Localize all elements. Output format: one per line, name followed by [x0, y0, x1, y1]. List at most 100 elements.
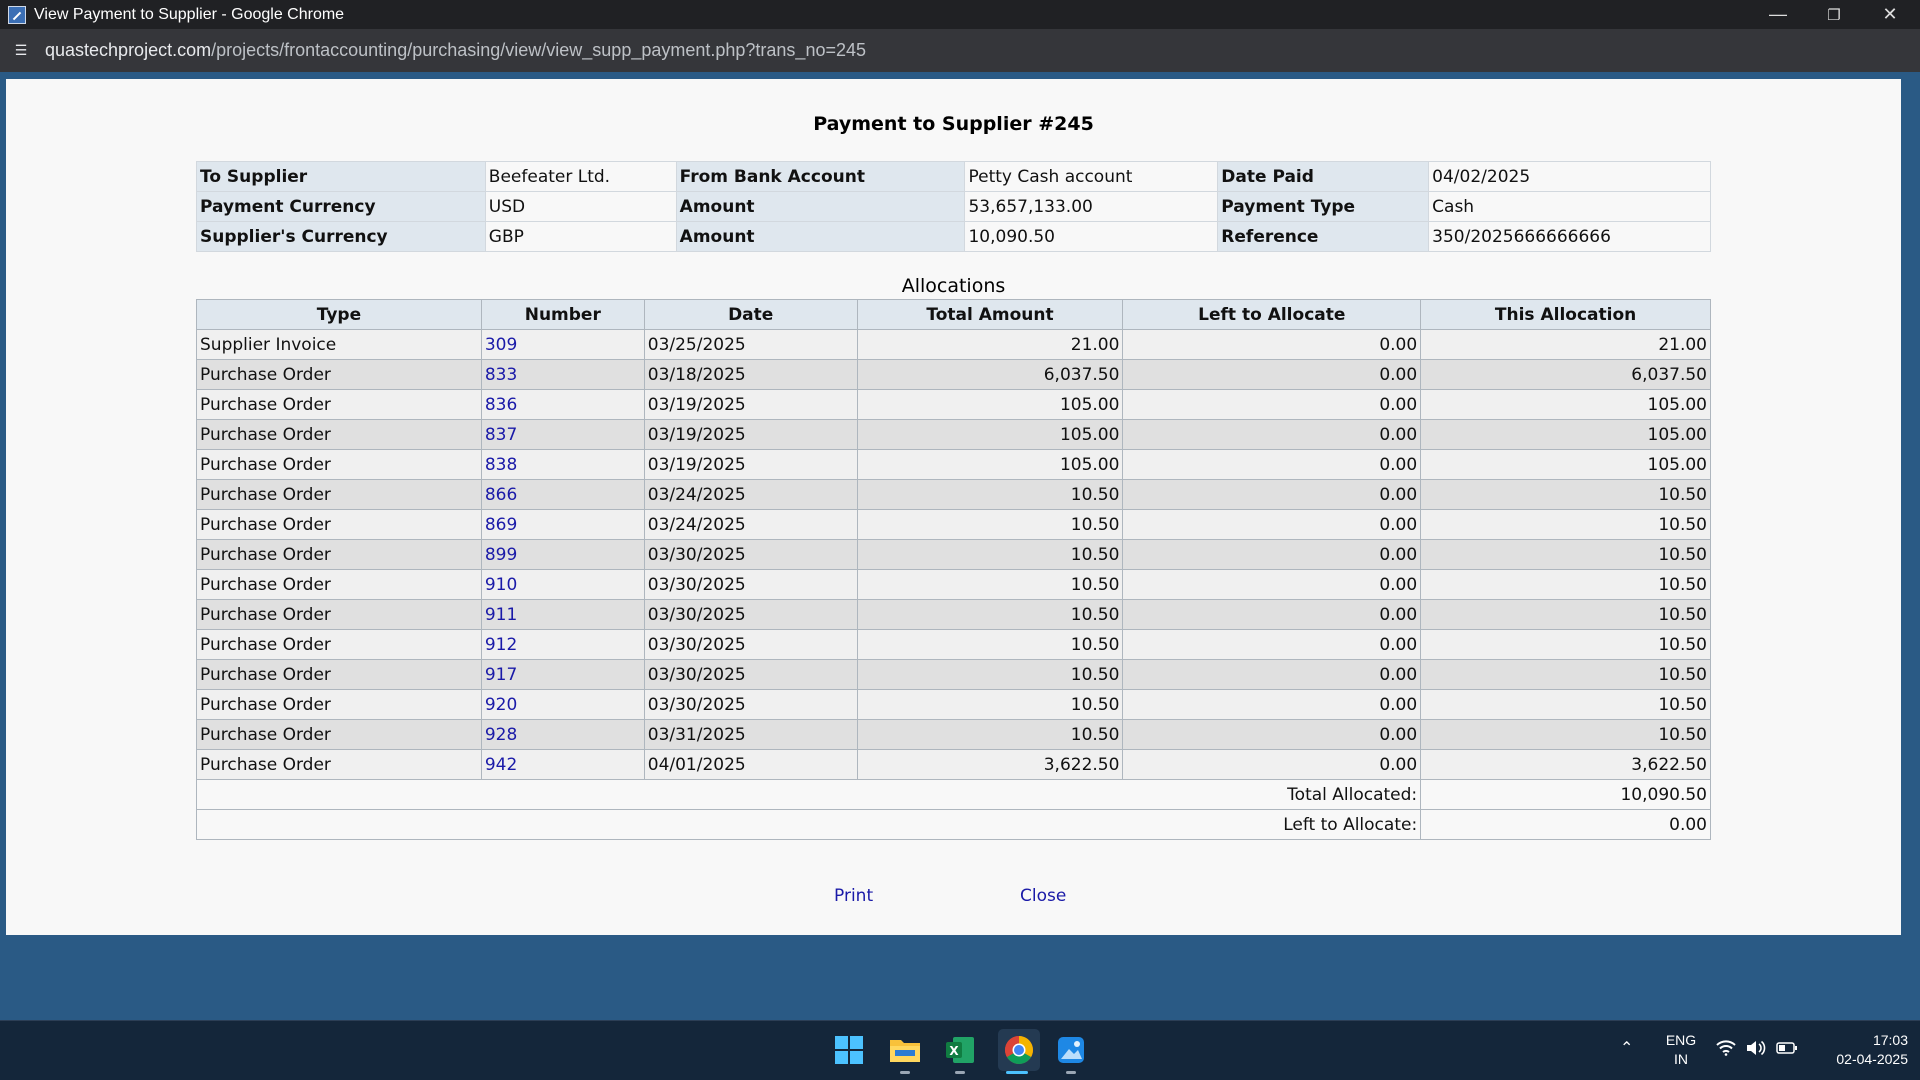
- show-hidden-icons-icon[interactable]: ⌃: [1620, 1039, 1633, 1058]
- page-title: Payment to Supplier #245: [813, 113, 1094, 135]
- allocations-table: Type Number Date Total Amount Left to Al…: [195, 299, 1711, 840]
- row-type: Supplier Invoice: [196, 329, 482, 360]
- row-total-amount: 10.50: [856, 719, 1124, 750]
- row-number-link[interactable]: 866: [480, 479, 645, 510]
- url-host: quastechproject.com: [45, 40, 212, 60]
- volume-icon[interactable]: [1746, 1040, 1766, 1061]
- row-type: Purchase Order: [196, 509, 482, 540]
- url-text[interactable]: quastechproject.com/projects/frontaccoun…: [45, 40, 866, 61]
- photos-icon[interactable]: [1054, 1033, 1088, 1067]
- row-date: 03/19/2025: [643, 389, 858, 420]
- row-this-allocation: 10.50: [1420, 569, 1711, 600]
- left-to-allocate-row: Left to Allocate: 0.00: [195, 809, 1711, 840]
- file-explorer-running-indicator: [900, 1071, 910, 1074]
- battery-icon[interactable]: [1776, 1041, 1798, 1060]
- row-number-link[interactable]: 928: [480, 719, 645, 750]
- row-date: 03/24/2025: [643, 509, 858, 540]
- row-type: Purchase Order: [196, 389, 482, 420]
- row-total-amount: 10.50: [856, 509, 1124, 540]
- row-this-allocation: 21.00: [1420, 329, 1711, 360]
- clock-date: 02-04-2025: [1836, 1051, 1908, 1067]
- row-this-allocation: 105.00: [1420, 419, 1711, 450]
- row-total-amount: 10.50: [856, 599, 1124, 630]
- clock[interactable]: 17:03 02-04-2025: [1812, 1031, 1908, 1069]
- page-favicon-icon: [8, 5, 26, 24]
- row-number-link[interactable]: 912: [480, 629, 645, 660]
- row-number-link[interactable]: 837: [480, 419, 645, 450]
- row-number-link[interactable]: 911: [480, 599, 645, 630]
- excel-icon[interactable]: X: [943, 1033, 977, 1067]
- close-window-icon[interactable]: ✕: [1862, 0, 1918, 29]
- date-paid-value: 04/02/2025: [1428, 161, 1711, 192]
- row-type: Purchase Order: [196, 749, 482, 780]
- row-number-link[interactable]: 899: [480, 539, 645, 570]
- payment-currency-label: Payment Currency: [196, 191, 486, 222]
- row-total-amount: 105.00: [856, 389, 1124, 420]
- row-this-allocation: 10.50: [1420, 719, 1711, 750]
- row-number-link[interactable]: 836: [480, 389, 645, 420]
- row-date: 03/19/2025: [643, 419, 858, 450]
- row-date: 03/30/2025: [643, 569, 858, 600]
- row-this-allocation: 10.50: [1420, 539, 1711, 570]
- restore-icon[interactable]: ❐: [1806, 0, 1862, 29]
- row-type: Purchase Order: [196, 689, 482, 720]
- row-left-to-allocate: 0.00: [1122, 419, 1422, 450]
- row-number-link[interactable]: 869: [480, 509, 645, 540]
- row-total-amount: 10.50: [856, 479, 1124, 510]
- row-type: Purchase Order: [196, 569, 482, 600]
- minimize-icon[interactable]: —: [1750, 0, 1806, 29]
- row-number-link[interactable]: 838: [480, 449, 645, 480]
- amount-value: 53,657,133.00: [964, 191, 1219, 222]
- chrome-icon[interactable]: [998, 1029, 1040, 1071]
- file-explorer-icon[interactable]: [888, 1033, 922, 1067]
- table-row: Purchase Order 910 03/30/2025 10.50 0.00 10.5…: [196, 569, 1711, 600]
- address-bar[interactable]: ☰ quastechproject.com/projects/frontacco…: [0, 29, 1920, 72]
- row-type: Purchase Order: [196, 599, 482, 630]
- chrome-active-indicator: [1006, 1071, 1028, 1074]
- allocations-caption: Allocations: [901, 275, 1006, 297]
- row-this-allocation: 6,037.50: [1420, 359, 1711, 390]
- col-header-number: Number: [480, 299, 645, 330]
- payment-header-table: To Supplier Beefeater Ltd. From Bank Acc…: [196, 161, 1711, 252]
- table-row: Purchase Order 942 04/01/2025 3,622.50 0.00 3…: [196, 749, 1711, 780]
- row-number-link[interactable]: 910: [480, 569, 645, 600]
- site-settings-icon[interactable]: ☰: [11, 41, 31, 61]
- table-row: Purchase Order 836 03/19/2025 105.00 0.00 105…: [196, 389, 1711, 420]
- from-bank-value: Petty Cash account: [964, 161, 1219, 192]
- reference-value: 350/2025666666666: [1428, 221, 1711, 252]
- row-number-link[interactable]: 833: [480, 359, 645, 390]
- row-total-amount: 10.50: [856, 659, 1124, 690]
- window-title: View Payment to Supplier - Google Chrome: [34, 5, 345, 23]
- row-date: 03/19/2025: [643, 449, 858, 480]
- row-left-to-allocate: 0.00: [1122, 569, 1422, 600]
- close-link[interactable]: Close: [1020, 886, 1066, 906]
- row-left-to-allocate: 0.00: [1122, 719, 1422, 750]
- row-number-link[interactable]: 942: [480, 749, 645, 780]
- row-left-to-allocate: 0.00: [1122, 539, 1422, 570]
- row-number-link[interactable]: 917: [480, 659, 645, 690]
- row-type: Purchase Order: [196, 719, 482, 750]
- row-date: 03/25/2025: [643, 329, 858, 360]
- wifi-icon[interactable]: [1716, 1040, 1736, 1061]
- row-number-link[interactable]: 920: [480, 689, 645, 720]
- row-total-amount: 10.50: [856, 629, 1124, 660]
- row-this-allocation: 10.50: [1420, 479, 1711, 510]
- row-left-to-allocate: 0.00: [1122, 389, 1422, 420]
- print-link[interactable]: Print: [834, 886, 873, 906]
- table-row: Purchase Order 899 03/30/2025 10.50 0.00 10.5…: [196, 539, 1711, 570]
- row-this-allocation: 10.50: [1420, 509, 1711, 540]
- row-type: Purchase Order: [196, 479, 482, 510]
- amount-label: Amount: [675, 191, 966, 222]
- row-total-amount: 10.50: [856, 569, 1124, 600]
- language-indicator[interactable]: ENG IN: [1660, 1031, 1702, 1069]
- row-date: 03/18/2025: [643, 359, 858, 390]
- row-this-allocation: 3,622.50: [1420, 749, 1711, 780]
- taskbar: X ⌃ ENG IN 17:03 02-04-2025: [0, 1020, 1920, 1080]
- row-number-link[interactable]: 309: [480, 329, 645, 360]
- table-row: Purchase Order 869 03/24/2025 10.50 0.00 10.5…: [196, 509, 1711, 540]
- reference-label: Reference: [1217, 221, 1430, 252]
- total-allocated-row: Total Allocated: 10,090.50: [195, 779, 1711, 810]
- windows-start-icon[interactable]: [832, 1033, 866, 1067]
- table-row: Purchase Order 911 03/30/2025 10.50 0.00 10.5…: [196, 599, 1711, 630]
- row-left-to-allocate: 0.00: [1122, 659, 1422, 690]
